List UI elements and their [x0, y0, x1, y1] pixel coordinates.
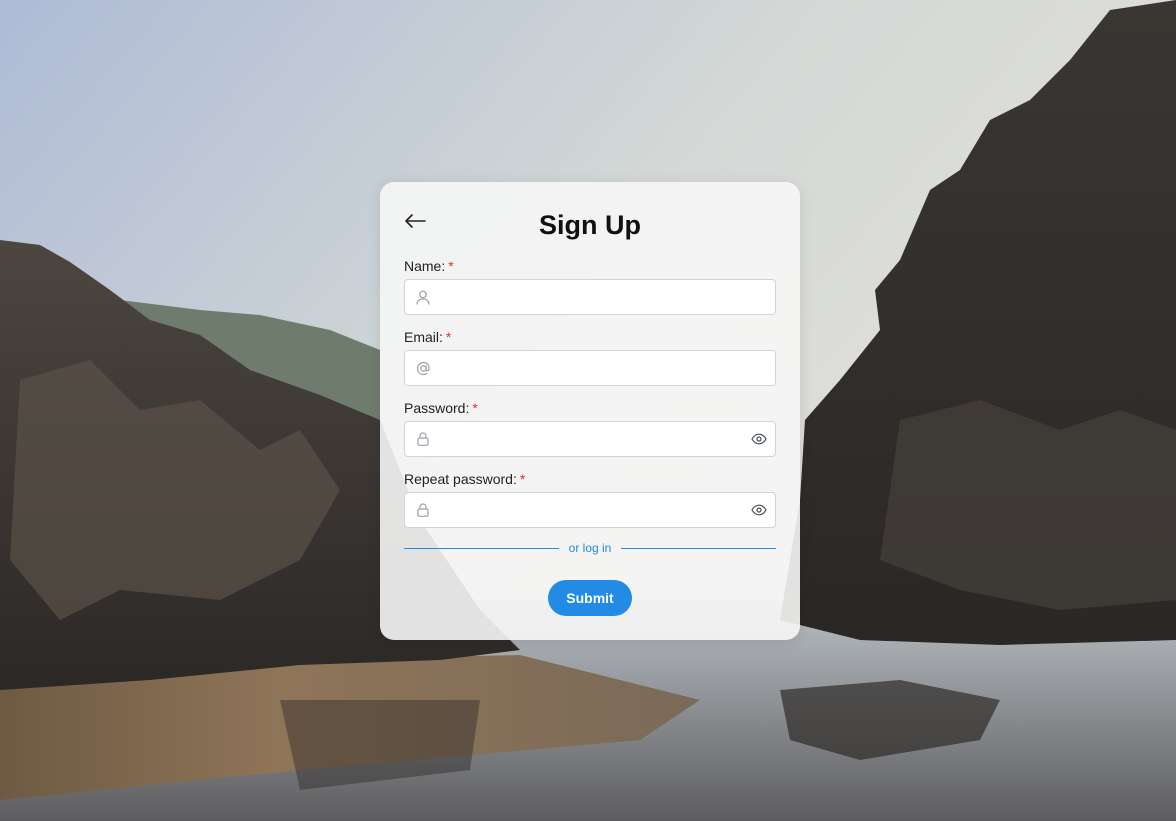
user-icon	[415, 289, 431, 305]
required-mark: *	[472, 400, 478, 416]
login-divider: or log in	[404, 540, 777, 556]
repeat-password-input-wrapper	[404, 492, 776, 528]
required-mark: *	[448, 258, 454, 274]
email-field: Email: *	[404, 327, 776, 386]
email-input[interactable]	[437, 351, 741, 385]
page-title: Sign Up	[539, 210, 641, 240]
email-label: Email: *	[404, 329, 452, 345]
required-mark: *	[519, 471, 526, 487]
password-input[interactable]	[437, 422, 741, 456]
password-input-wrapper	[404, 421, 776, 457]
name-field: Name: *	[404, 256, 776, 315]
lock-icon	[415, 502, 431, 518]
repeat-password-field: Repeat password: *	[404, 469, 776, 528]
name-input[interactable]	[437, 280, 741, 314]
email-input-wrapper	[404, 350, 776, 386]
name-input-wrapper	[404, 279, 776, 315]
repeat-password-input[interactable]	[437, 493, 741, 527]
divider-line-left	[404, 547, 559, 549]
lock-icon	[415, 431, 431, 447]
eye-icon[interactable]	[751, 502, 767, 518]
eye-icon[interactable]	[751, 431, 767, 447]
name-label: Name: *	[404, 258, 454, 274]
repeat-password-label: Repeat password: *	[404, 471, 526, 487]
required-mark: *	[445, 329, 452, 345]
signup-card: Sign Up Name: * Email: * Password: * Rep…	[380, 182, 800, 640]
login-link[interactable]: or log in	[559, 541, 622, 555]
password-field: Password: *	[404, 398, 776, 457]
password-label: Password: *	[404, 400, 478, 416]
at-icon	[415, 360, 431, 376]
divider-line-right	[621, 547, 777, 549]
submit-button[interactable]: Submit	[548, 580, 632, 616]
